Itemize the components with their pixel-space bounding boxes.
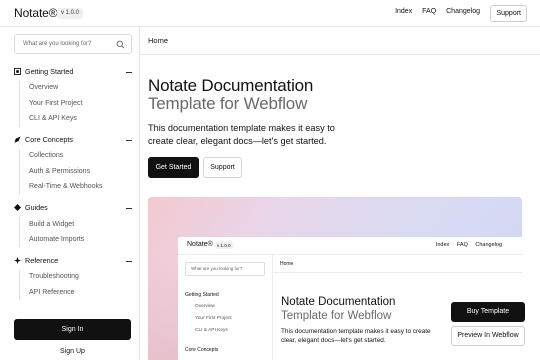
sidebar-section-guides[interactable]: Guides	[14, 203, 132, 215]
sidebar-item-cli-api-keys[interactable]: CLI & API Keys	[29, 115, 77, 122]
preview-item: Overview	[195, 304, 215, 309]
divider	[19, 149, 20, 195]
collapse-icon[interactable]	[126, 261, 132, 262]
brand-logo[interactable]: Notate®	[14, 6, 58, 20]
preview-nav-changelog: Changelog	[475, 242, 502, 248]
nav-link-faq[interactable]: FAQ	[422, 8, 436, 15]
preview-nav-faq: FAQ	[456, 242, 468, 248]
divider	[19, 217, 20, 247]
preview-in-webflow-button[interactable]: Preview In Webflow	[451, 326, 525, 346]
sidebar: What are you looking for? Getting Starte…	[0, 27, 140, 360]
section-label: Guides	[25, 203, 48, 212]
sidebar-item-realtime-webhooks[interactable]: Real-Time & Webhooks	[29, 183, 103, 190]
support-secondary-button[interactable]: Support	[203, 157, 242, 178]
support-button[interactable]: Support	[490, 5, 527, 22]
divider	[19, 270, 20, 300]
sparkle-icon	[14, 257, 21, 264]
collapse-icon[interactable]	[126, 72, 132, 73]
preview-title: Notate Documentation	[281, 296, 396, 308]
search-placeholder: What are you looking for?	[23, 41, 92, 47]
preview-version-badge: v 1.0.0	[215, 242, 233, 249]
sidebar-section-core-concepts[interactable]: Core Concepts	[14, 135, 132, 147]
breadcrumb-home[interactable]: Home	[148, 36, 168, 45]
preview-brand: Notate®	[187, 241, 213, 248]
nav-link-changelog[interactable]: Changelog	[446, 8, 480, 15]
divider	[19, 81, 20, 127]
preview-navbar: Notate® v 1.0.0 Index FAQ Changelog	[178, 237, 522, 255]
preview-nav-links: Index FAQ Changelog	[430, 242, 502, 248]
search-input[interactable]: What are you looking for?	[14, 34, 132, 54]
sidebar-item-build-widget[interactable]: Build a Widget	[29, 221, 74, 228]
sidebar-item-first-project[interactable]: Your First Project	[29, 100, 82, 107]
pen-icon	[14, 136, 21, 143]
sidebar-item-troubleshooting[interactable]: Troubleshooting	[29, 273, 79, 280]
section-label: Reference	[25, 256, 59, 265]
preview-item: CLI & API Keys	[195, 328, 228, 333]
preview-item: Your First Project	[195, 316, 232, 321]
page-subtitle: Template for Webflow	[148, 94, 308, 113]
sidebar-item-overview[interactable]: Overview	[29, 84, 58, 91]
nav-link-index[interactable]: Index	[395, 8, 412, 15]
page-description: This documentation template makes it eas…	[148, 123, 335, 146]
collapse-icon[interactable]	[126, 208, 132, 209]
search-icon	[116, 40, 125, 49]
preview-section-label: Getting Started	[185, 292, 219, 298]
diamond-icon	[14, 204, 21, 211]
page-title: Notate Documentation	[148, 76, 314, 95]
sidebar-item-api-reference[interactable]: API Reference	[29, 289, 75, 296]
get-started-button[interactable]: Get Started	[148, 157, 199, 178]
sidebar-item-auth-permissions[interactable]: Auth & Permissions	[29, 168, 90, 175]
breadcrumb: Home	[140, 27, 540, 55]
section-label: Getting Started	[25, 67, 74, 76]
preview-section-label: Core Concepts	[185, 347, 219, 353]
sidebar-section-reference[interactable]: Reference	[14, 256, 132, 268]
preview-nav-index: Index	[435, 242, 450, 248]
preview-subtitle: Template for Webflow	[281, 310, 392, 322]
sign-in-button[interactable]: Sign In	[14, 319, 131, 340]
sidebar-item-collections[interactable]: Collections	[29, 152, 63, 159]
sidebar-item-automate-imports[interactable]: Automate Imports	[29, 236, 84, 243]
preview-breadcrumb-home: Home	[280, 261, 294, 267]
section-label: Core Concepts	[25, 135, 73, 144]
sidebar-section-getting-started[interactable]: Getting Started	[14, 67, 132, 79]
buy-template-button[interactable]: Buy Template	[451, 302, 525, 322]
preview-search: What are you looking for?	[185, 262, 265, 276]
top-navbar: Notate® v 1.0.0 Index FAQ Changelog Supp…	[0, 0, 540, 27]
sign-up-button[interactable]: Sign Up	[14, 346, 131, 360]
preview-sidebar: What are you looking for? Getting Starte…	[178, 255, 273, 360]
collapse-icon[interactable]	[126, 140, 132, 141]
preview-breadcrumb: Home	[273, 255, 522, 273]
nav-links: Index FAQ Changelog	[387, 8, 480, 15]
preview-description: This documentation template makes it eas…	[281, 328, 431, 344]
version-badge: v 1.0.0	[57, 8, 84, 19]
cube-icon	[14, 68, 21, 75]
